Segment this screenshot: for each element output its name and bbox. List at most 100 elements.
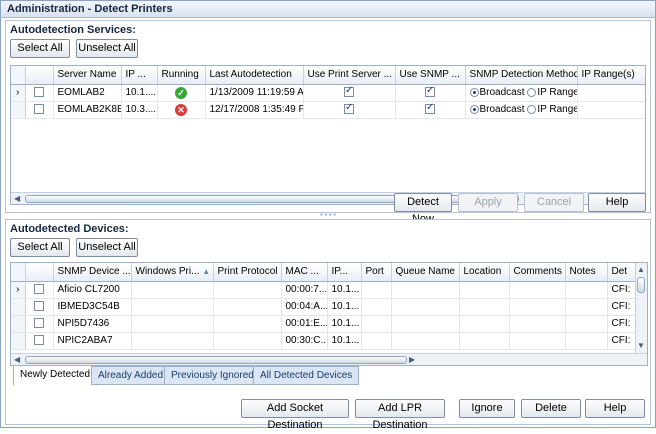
ip-cell: 10.1... — [327, 298, 362, 316]
row-indicator-header — [11, 263, 26, 282]
scroll-left-icon[interactable]: ◀ — [14, 194, 20, 204]
row-select-checkbox[interactable] — [34, 335, 44, 346]
table-row[interactable]: EOMLAB2K8EVO 10.3.... ✕ 12/17/2008 1:35:… — [11, 101, 645, 119]
ip-ranges-cell — [577, 101, 645, 119]
autodetected-devices-panel: Autodetected Devices: Select All Unselec… — [5, 219, 651, 425]
tab-previously-ignored[interactable]: Previously Ignored — [164, 366, 261, 385]
det-cell: CFI: — [607, 332, 636, 350]
column-location[interactable]: Location — [459, 263, 510, 282]
row-select-checkbox[interactable] — [34, 284, 44, 295]
column-snmp-method[interactable]: SNMP Detection Method — [465, 66, 578, 85]
server-name-cell: EOMLAB2K8EVO — [53, 101, 122, 119]
services-header-row: Server Name IP ... Running Last Autodete… — [11, 66, 645, 85]
use-snmp-checkbox[interactable] — [425, 102, 435, 115]
services-help-button[interactable]: Help — [588, 193, 646, 212]
ip-range-label: IP Range(s — [537, 104, 576, 115]
add-socket-destination-button[interactable]: Add Socket Destination — [241, 399, 349, 431]
ip-range-radio[interactable] — [527, 87, 537, 97]
ip-cell: 10.1... — [327, 281, 362, 299]
scroll-thumb[interactable] — [25, 356, 407, 364]
row-select-checkbox[interactable] — [34, 318, 44, 329]
x-circle-icon: ✕ — [175, 103, 187, 116]
cancel-button[interactable]: Cancel — [524, 193, 584, 212]
column-windows-printer[interactable]: Windows Pri... ▲ — [131, 263, 214, 282]
column-notes[interactable]: Notes — [565, 263, 608, 282]
services-select-all-button[interactable]: Select All — [10, 39, 70, 58]
use-print-server-checkbox[interactable] — [344, 102, 354, 115]
table-row[interactable]: › EOMLAB2 10.1.... ✓ 1/13/2009 11:19:59 … — [11, 84, 645, 102]
column-ip[interactable]: IP ... — [121, 66, 158, 85]
tab-newly-detected[interactable]: Newly Detected — [13, 365, 98, 386]
table-row[interactable]: › Aficio CL7200 00:00:7... 10.1... CFI: — [11, 281, 636, 299]
column-queue-name[interactable]: Queue Name — [391, 263, 460, 282]
column-server-name[interactable]: Server Name — [53, 66, 122, 85]
column-use-snmp[interactable]: Use SNMP ... — [395, 66, 466, 85]
ignore-button[interactable]: Ignore — [459, 399, 515, 418]
broadcast-radio[interactable] — [469, 104, 479, 114]
add-lpr-destination-button[interactable]: Add LPR Destination — [355, 399, 445, 431]
tab-already-added[interactable]: Already Added — [91, 366, 171, 385]
devices-select-all-button[interactable]: Select All — [10, 238, 70, 257]
column-ip-ranges[interactable]: IP Range(s) — [577, 66, 645, 85]
scroll-left-icon[interactable]: ◀ — [14, 355, 20, 365]
column-comments[interactable]: Comments — [509, 263, 566, 282]
column-use-print-server[interactable]: Use Print Server ... — [303, 66, 396, 85]
devices-help-button[interactable]: Help — [585, 399, 645, 418]
row-indicator-header — [11, 66, 26, 85]
ip-cell: 10.1... — [327, 315, 362, 333]
column-print-protocol[interactable]: Print Protocol — [213, 263, 282, 282]
use-print-server-checkbox[interactable] — [344, 85, 354, 98]
scroll-down-icon[interactable]: ▼ — [637, 341, 645, 351]
det-cell: CFI: — [607, 298, 636, 316]
column-snmp-device[interactable]: SNMP Device ... — [53, 263, 132, 282]
sort-ascending-icon: ▲ — [202, 267, 211, 277]
table-row[interactable]: IBMED3C54B 00:04:A... 10.1... CFI: — [11, 298, 636, 316]
table-row[interactable]: NPI5D7436 00:01:E... 10.1... CFI: — [11, 315, 636, 333]
devices-unselect-all-button[interactable]: Unselect All — [76, 238, 138, 257]
broadcast-radio[interactable] — [469, 87, 479, 97]
column-mac[interactable]: MAC ... — [281, 263, 328, 282]
device-name-cell: IBMED3C54B — [53, 298, 132, 316]
scroll-thumb[interactable] — [637, 277, 645, 293]
use-snmp-checkbox[interactable] — [425, 85, 435, 98]
delete-button[interactable]: Delete — [521, 399, 581, 418]
ip-cell: 10.3.... — [121, 101, 158, 119]
mac-cell: 00:04:A... — [281, 298, 328, 316]
tab-all-detected-devices[interactable]: All Detected Devices — [253, 366, 360, 385]
scroll-right-icon[interactable]: ▶ — [409, 355, 415, 365]
devices-vertical-scrollbar[interactable]: ▲ ▼ — [635, 263, 647, 353]
ip-cell: 10.1.... — [121, 84, 158, 102]
row-select-checkbox[interactable] — [34, 301, 44, 312]
checkbox-column-header[interactable] — [25, 66, 54, 85]
panel-splitter[interactable]: • • • • — [1, 212, 655, 219]
devices-horizontal-scrollbar[interactable]: ◀ ▶ — [11, 353, 647, 365]
ip-range-radio[interactable] — [527, 104, 537, 114]
device-name-cell: NPIC2ABA7 — [53, 332, 132, 350]
devices-grid: SNMP Device ... Windows Pri... ▲ Print P… — [10, 262, 648, 366]
ip-ranges-cell — [577, 84, 645, 102]
column-det[interactable]: Det — [607, 263, 636, 282]
row-select-checkbox[interactable] — [34, 87, 44, 98]
row-select-checkbox[interactable] — [34, 104, 44, 115]
broadcast-label: Broadcast — [479, 104, 525, 115]
window-title: Administration - Detect Printers — [1, 1, 655, 18]
server-name-cell: EOMLAB2 — [53, 84, 122, 102]
apply-button[interactable]: Apply — [458, 193, 518, 212]
column-last-autodetection[interactable]: Last Autodetection — [205, 66, 304, 85]
services-grid: Server Name IP ... Running Last Autodete… — [10, 65, 646, 205]
checkbox-column-header[interactable] — [25, 263, 54, 282]
autodetection-services-panel: Autodetection Services: Select All Unsel… — [5, 20, 651, 225]
broadcast-label: Broadcast — [479, 87, 525, 98]
column-port[interactable]: Port — [361, 263, 392, 282]
column-ip[interactable]: IP... — [327, 263, 362, 282]
table-row[interactable]: NPIC2ABA7 00:30:C... 10.1... CFI: — [11, 332, 636, 350]
column-running[interactable]: Running — [157, 66, 206, 85]
services-unselect-all-button[interactable]: Unselect All — [76, 39, 138, 58]
scroll-up-icon[interactable]: ▲ — [637, 265, 645, 275]
check-circle-icon: ✓ — [175, 86, 187, 99]
mac-cell: 00:00:7... — [281, 281, 328, 299]
device-name-cell: NPI5D7436 — [53, 315, 132, 333]
mac-cell: 00:01:E... — [281, 315, 328, 333]
device-name-cell: Aficio CL7200 — [53, 281, 132, 299]
detect-now-button[interactable]: Detect Now — [394, 193, 452, 225]
